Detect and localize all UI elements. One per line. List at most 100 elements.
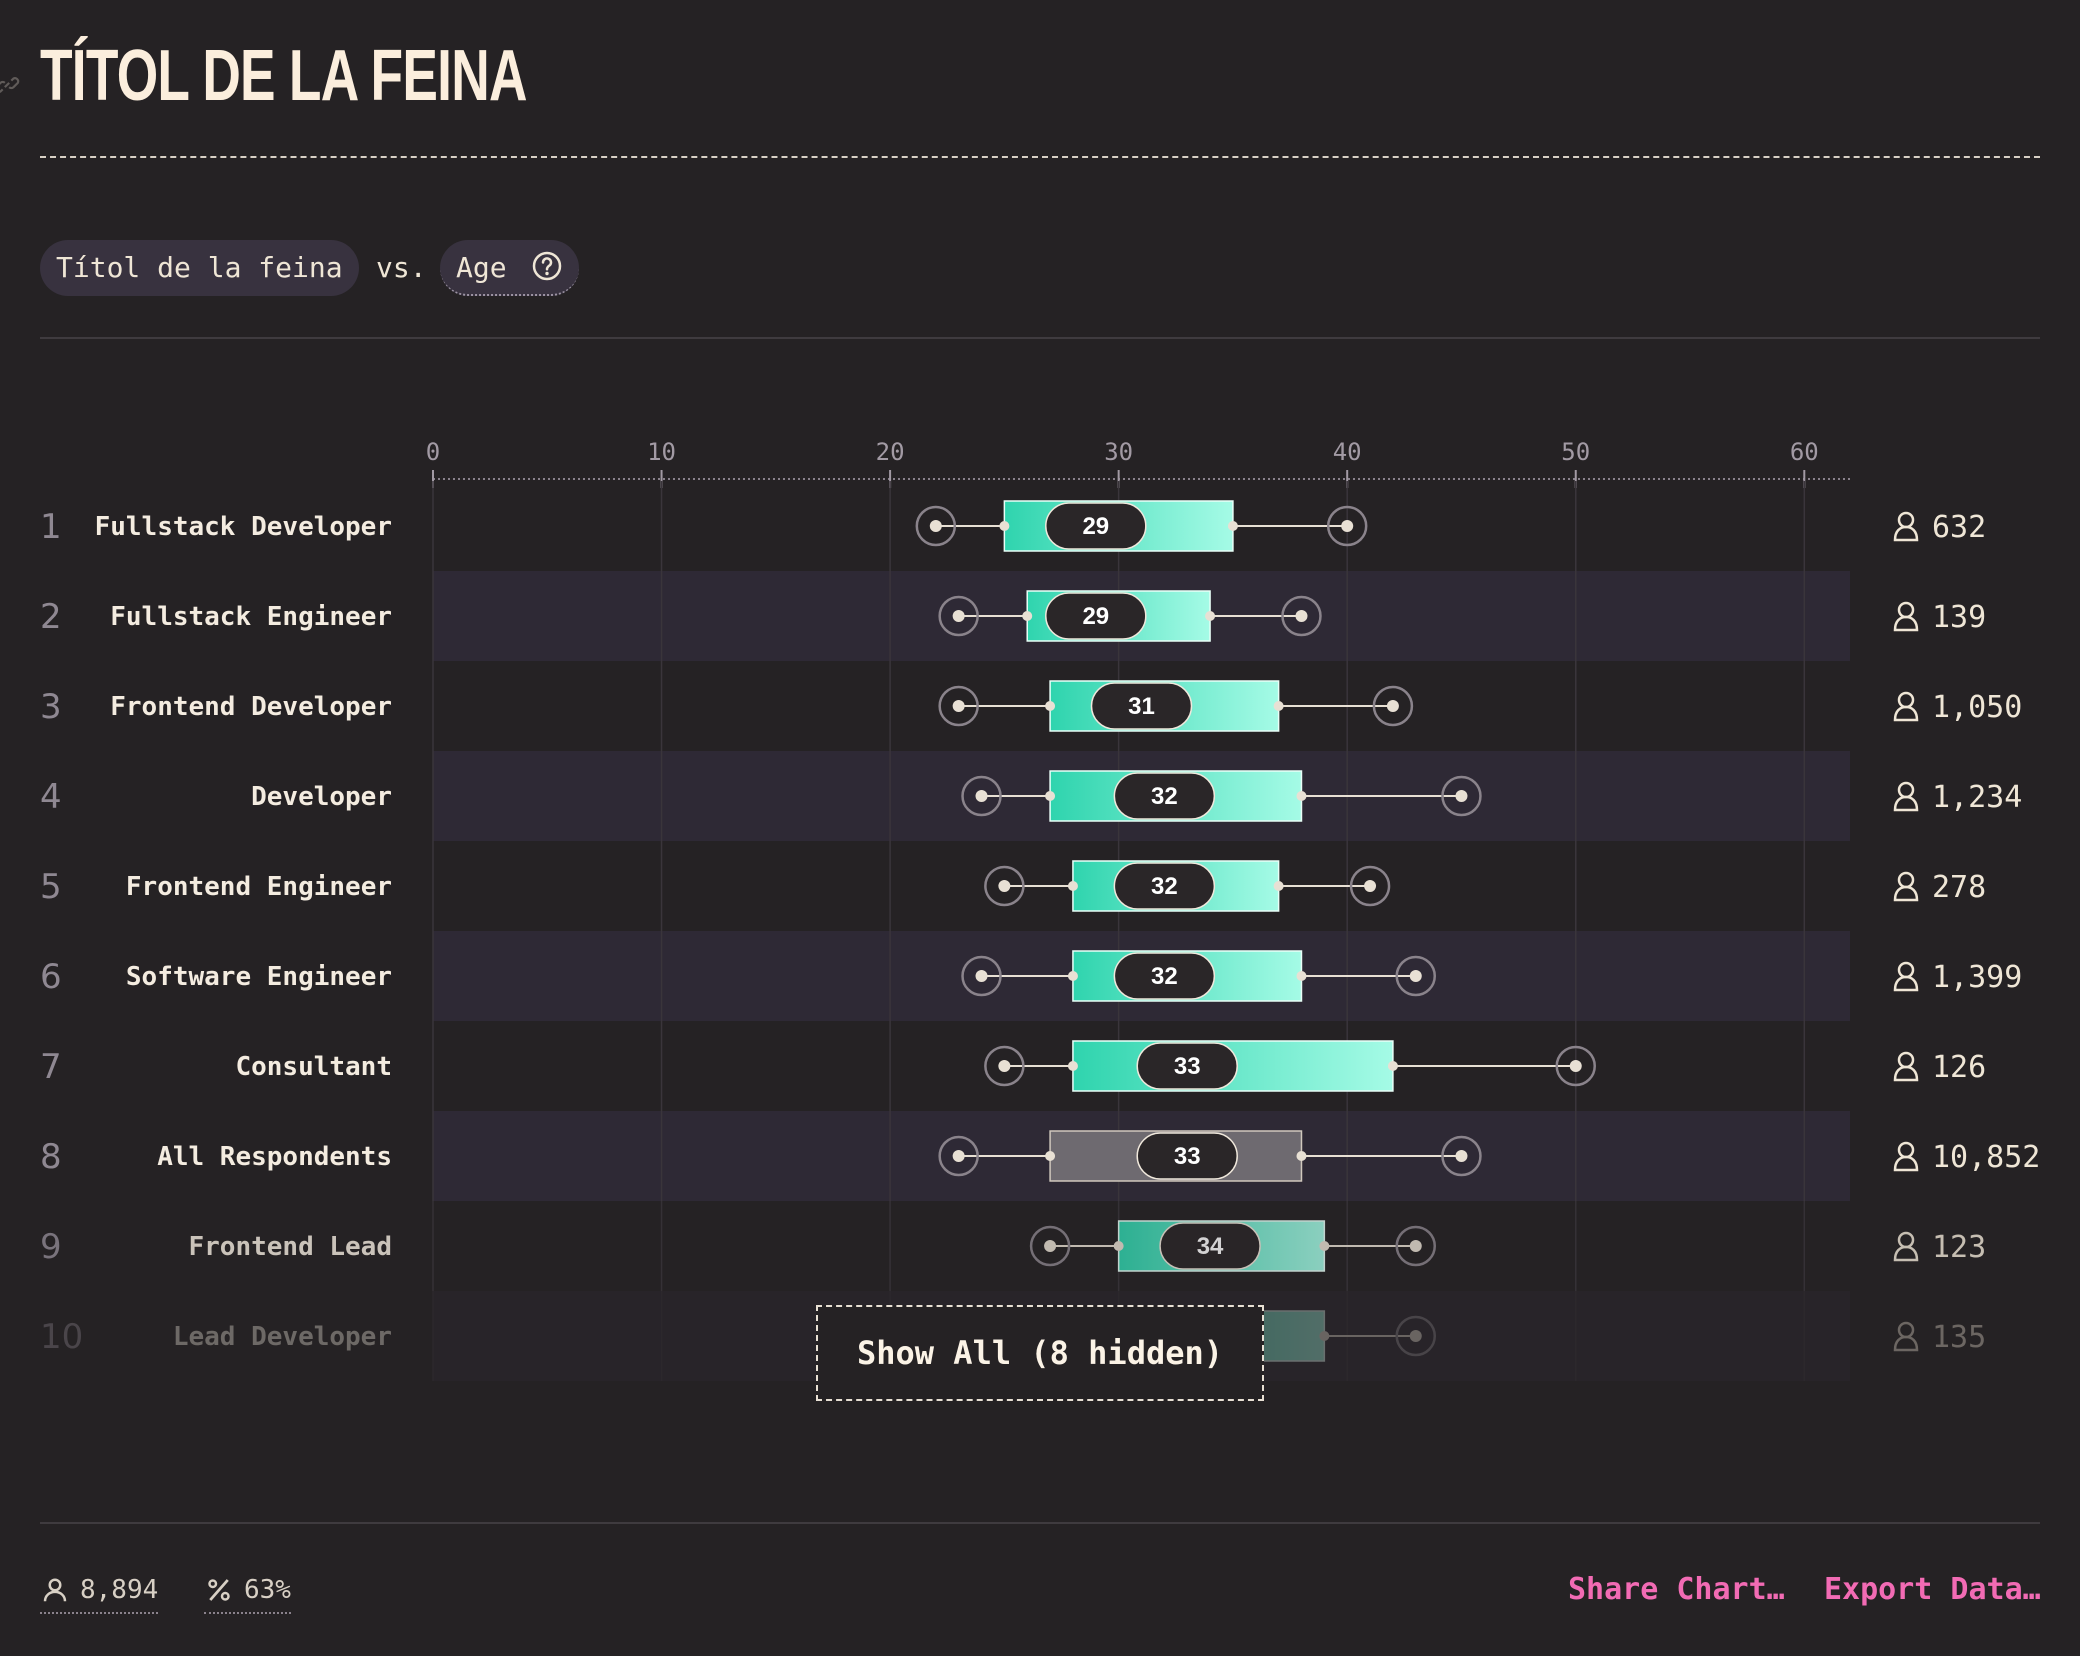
- chart-row: 5 Frontend Engineer 32 278: [40, 841, 1986, 931]
- person-icon: [1897, 1321, 1915, 1339]
- median-label: 32: [1151, 873, 1178, 900]
- whisker-dot: [1364, 880, 1377, 892]
- x-tick-label: 0: [426, 438, 440, 466]
- row-rank: 10: [40, 1317, 83, 1357]
- row-count: 1,234: [1932, 780, 2022, 815]
- person-icon: [1897, 961, 1915, 979]
- quartile-dot: [1067, 971, 1078, 981]
- row-label: Frontend Lead: [189, 1232, 393, 1262]
- row-count: 632: [1932, 510, 1986, 545]
- median-label: 33: [1174, 1053, 1201, 1080]
- quartile-dot: [1296, 791, 1307, 801]
- row-rank: 3: [40, 687, 62, 727]
- respondents-value: 8,894: [80, 1575, 159, 1605]
- row-label: Frontend Engineer: [126, 872, 392, 902]
- export-data-link[interactable]: Export Data…: [1824, 1572, 2041, 1607]
- quartile-dot: [1319, 1241, 1330, 1251]
- chart-row: 2 Fullstack Engineer 29 139: [40, 571, 1986, 661]
- quartile-dot: [1273, 881, 1284, 891]
- chart-row: 6 Software Engineer 32 1,399: [40, 931, 2022, 1021]
- row-count: 10,852: [1932, 1140, 2040, 1175]
- median-label: 29: [1082, 603, 1109, 630]
- percentage-stat[interactable]: 63%: [204, 1568, 291, 1614]
- person-icon-body: [1893, 705, 1919, 722]
- quartile-dot: [1387, 1061, 1398, 1071]
- person-icon: [43, 1578, 67, 1602]
- quartile-dot: [999, 521, 1010, 531]
- row-label: Software Engineer: [126, 962, 392, 992]
- person-icon: [1897, 511, 1915, 529]
- whisker-dot: [998, 1060, 1011, 1072]
- row-label: Lead Developer: [173, 1322, 392, 1352]
- person-icon-body: [1893, 795, 1919, 812]
- chart-row: 8 All Respondents 33 10,852: [40, 1111, 2040, 1201]
- median-label: 32: [1151, 963, 1178, 990]
- quartile-dot: [1296, 971, 1307, 981]
- x-tick-label: 30: [1104, 438, 1133, 466]
- row-rank: 4: [40, 777, 62, 817]
- percent-icon: [208, 1579, 230, 1601]
- whisker-dot: [1409, 970, 1422, 982]
- show-all-button[interactable]: Show All (8 hidden): [816, 1305, 1264, 1401]
- quartile-dot: [1296, 1151, 1307, 1161]
- boxplot-chart: 0 10 20 30 40 50 601 Fullstack Developer 29 6322 F…: [40, 438, 2040, 1381]
- median-label: 31: [1128, 693, 1155, 720]
- quartile-dot: [1113, 1241, 1124, 1251]
- whisker-dot: [1569, 1060, 1582, 1072]
- row-label: Frontend Developer: [110, 692, 392, 722]
- x-tick-label: 40: [1333, 438, 1362, 466]
- chart-row: 3 Frontend Developer 31 1,050: [40, 661, 2022, 751]
- whisker-dot: [998, 880, 1011, 892]
- chart-row: 4 Developer 32 1,234: [40, 751, 2022, 841]
- person-icon-body: [1893, 525, 1919, 542]
- whisker-dot: [1455, 1150, 1468, 1162]
- row-rank: 6: [40, 957, 62, 997]
- whisker-dot: [952, 700, 965, 712]
- median-label: 34: [1197, 1233, 1224, 1260]
- chart-row: 9 Frontend Lead 34 123: [40, 1201, 1986, 1291]
- x-tick-label: 20: [876, 438, 905, 466]
- row-rank: 2: [40, 597, 62, 637]
- row-rank: 7: [40, 1047, 62, 1087]
- person-icon: [1897, 1231, 1915, 1249]
- footer-divider: [40, 1522, 2040, 1524]
- x-tick-label: 60: [1790, 438, 1819, 466]
- row-rank: 8: [40, 1137, 62, 1177]
- row-count: 123: [1932, 1230, 1986, 1265]
- row-count: 126: [1932, 1050, 1986, 1085]
- person-icon: [1897, 781, 1915, 799]
- quartile-dot: [1045, 701, 1056, 711]
- person-icon-body: [1893, 1065, 1919, 1082]
- person-icon-body: [1893, 975, 1919, 992]
- quartile-dot: [1067, 881, 1078, 891]
- whisker-dot: [975, 970, 988, 982]
- row-count: 135: [1932, 1320, 1986, 1355]
- row-label: All Respondents: [157, 1142, 392, 1172]
- percentage-value: 63%: [244, 1575, 291, 1605]
- row-rank: 9: [40, 1227, 62, 1267]
- median-label: 29: [1082, 513, 1109, 540]
- row-count: 1,050: [1932, 690, 2022, 725]
- whisker-dot: [929, 520, 942, 532]
- row-label: Consultant: [235, 1052, 392, 1082]
- person-icon: [1897, 1141, 1915, 1159]
- row-count: 278: [1932, 870, 1986, 905]
- share-chart-link[interactable]: Share Chart…: [1568, 1572, 1785, 1607]
- whisker-dot: [1409, 1330, 1422, 1342]
- whisker-dot: [1044, 1240, 1057, 1252]
- person-icon-body: [1893, 885, 1919, 902]
- x-tick-label: 10: [647, 438, 676, 466]
- whisker-dot: [1455, 790, 1468, 802]
- median-label: 33: [1174, 1143, 1201, 1170]
- chart-row: 7 Consultant 33 126: [40, 1021, 1986, 1111]
- person-icon: [1897, 871, 1915, 889]
- quartile-dot: [1273, 701, 1284, 711]
- row-rank: 5: [40, 867, 62, 907]
- whisker-dot: [1386, 700, 1399, 712]
- quartile-dot: [1022, 611, 1033, 621]
- quartile-dot: [1205, 611, 1216, 621]
- median-label: 32: [1151, 783, 1178, 810]
- respondents-stat[interactable]: 8,894: [40, 1568, 159, 1614]
- whisker-dot: [975, 790, 988, 802]
- quartile-dot: [1045, 791, 1056, 801]
